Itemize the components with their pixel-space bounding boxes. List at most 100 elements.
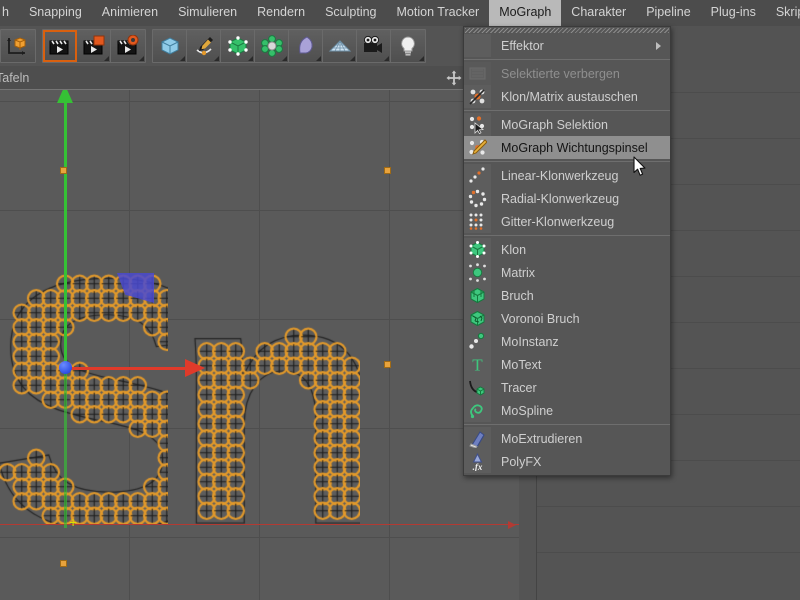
menu-item-mograph-selektion[interactable]: MoGraph Selektion xyxy=(464,113,670,136)
clone-letter-n[interactable] xyxy=(185,228,360,524)
menu-item-moinstanz[interactable]: MoInstanz xyxy=(464,330,670,353)
menu-item-klon-matrix-austauschen[interactable]: Klon/Matrix austauschen xyxy=(464,85,670,108)
menubar-item-plug-ins[interactable]: Plug-ins xyxy=(701,0,766,26)
generator-nurbs-icon[interactable] xyxy=(221,30,255,62)
mograph-selection-icon xyxy=(464,113,491,136)
menu-item-mospline[interactable]: MoSpline xyxy=(464,399,670,422)
hide-selected-icon xyxy=(464,62,491,85)
gizmo-y-axis-lower xyxy=(64,368,67,528)
menubar-item-snapping[interactable]: Snapping xyxy=(19,0,92,26)
gizmo-x-axis-arrow[interactable] xyxy=(185,359,205,377)
menu-item-label: Linear-Klonwerkzeug xyxy=(491,169,618,183)
menubar-item-pipeline[interactable]: Pipeline xyxy=(636,0,700,26)
menu-item-label: MoSpline xyxy=(491,404,553,418)
gizmo-x-axis[interactable] xyxy=(65,367,185,370)
svg-text:T: T xyxy=(472,356,483,375)
deformer-icon[interactable] xyxy=(255,30,289,62)
clone-handle-marker[interactable] xyxy=(60,167,67,174)
menu-item-selektierte-verbergen[interactable]: Selektierte verbergen xyxy=(464,62,670,85)
spline-pen-icon[interactable] xyxy=(187,30,221,62)
menu-item-voronoi-bruch[interactable]: Voronoi Bruch xyxy=(464,307,670,330)
menu-item-gitter-klonwerkzeug[interactable]: Gitter-Klonwerkzeug xyxy=(464,210,670,233)
menu-item-radial-klonwerkzeug[interactable]: Radial-Klonwerkzeug xyxy=(464,187,670,210)
gizmo-y-axis-arrow[interactable] xyxy=(57,90,73,103)
menubar-item-animieren[interactable]: Animieren xyxy=(92,0,168,26)
menu-item-moextrudieren[interactable]: MoExtrudieren xyxy=(464,427,670,450)
clone-letter-S[interactable] xyxy=(0,262,168,524)
clone-handle-marker[interactable] xyxy=(384,167,391,174)
menu-item-label: Voronoi Bruch xyxy=(491,312,580,326)
cube-primitive-icon[interactable] xyxy=(153,30,187,62)
menu-item-label: Matrix xyxy=(491,266,535,280)
menu-item-label: Klon/Matrix austauschen xyxy=(491,90,638,104)
four-arrow-move-icon[interactable] xyxy=(446,70,462,86)
menu-item-mograph-wichtungspinsel[interactable]: MoGraph Wichtungspinsel xyxy=(464,136,670,159)
clapper-object-icon[interactable] xyxy=(77,30,111,62)
menu-tearoff-handle[interactable] xyxy=(465,28,669,33)
fracture-icon xyxy=(464,284,491,307)
mospline-icon xyxy=(464,399,491,422)
menu-item-label: Klon xyxy=(491,243,526,257)
menu-item-label: Gitter-Klonwerkzeug xyxy=(491,215,614,229)
gizmo-y-axis[interactable] xyxy=(64,95,67,368)
clone-handle-marker[interactable] xyxy=(60,560,67,567)
grid-line-horizontal xyxy=(0,101,519,102)
moextrude-icon xyxy=(464,427,491,450)
viewport-header: Tafeln xyxy=(0,66,466,90)
matrix-icon xyxy=(464,261,491,284)
clapper-play-icon[interactable] xyxy=(43,30,77,62)
menubar-item-sculpting[interactable]: Sculpting xyxy=(315,0,386,26)
voronoi-fracture-icon xyxy=(464,307,491,330)
menu-item-label: MoInstanz xyxy=(491,335,559,349)
clapper-gear-icon[interactable] xyxy=(111,30,145,62)
world-x-axis-arrow xyxy=(508,521,516,529)
tracer-icon xyxy=(464,376,491,399)
grid-line-horizontal xyxy=(0,210,519,211)
menu-item-linear-klonwerkzeug[interactable]: Linear-Klonwerkzeug xyxy=(464,164,670,187)
light-icon[interactable] xyxy=(391,30,425,62)
menu-item-label: Bruch xyxy=(491,289,534,303)
toolbar-group-2 xyxy=(152,29,426,63)
linear-clone-tool-icon xyxy=(464,164,491,187)
clone-handle-marker[interactable] xyxy=(384,361,391,368)
menubar-item-mograph[interactable]: MoGraph xyxy=(489,0,561,26)
menubar-item-h[interactable]: h xyxy=(0,0,19,26)
bend-deformer-icon[interactable] xyxy=(289,30,323,62)
main-menubar: hSnappingAnimierenSimulierenRendernSculp… xyxy=(0,0,800,26)
menu-item-tracer[interactable]: Tracer xyxy=(464,376,670,399)
submenu-chevron-icon xyxy=(656,42,661,50)
menubar-item-rendern[interactable]: Rendern xyxy=(247,0,315,26)
3d-viewport[interactable]: + xyxy=(0,90,519,600)
menubar-item-simulieren[interactable]: Simulieren xyxy=(168,0,247,26)
menubar-item-skript[interactable]: Skript xyxy=(766,0,800,26)
menubar-item-motion-tracker[interactable]: Motion Tracker xyxy=(387,0,490,26)
menu-item-label: Tracer xyxy=(491,381,537,395)
menu-item-polyfx[interactable]: .fx PolyFX xyxy=(464,450,670,473)
menu-item-label: MoText xyxy=(491,358,541,372)
menu-item-label: Effektor xyxy=(491,39,544,53)
menu-item-bruch[interactable]: Bruch xyxy=(464,284,670,307)
moinstance-icon xyxy=(464,330,491,353)
gizmo-center-handle[interactable] xyxy=(59,361,72,374)
axis-cube-icon[interactable] xyxy=(1,30,35,62)
menu-item-motext[interactable]: T MoText xyxy=(464,353,670,376)
menu-item-klon[interactable]: Klon xyxy=(464,238,670,261)
svg-text:.fx: .fx xyxy=(473,462,483,471)
menubar-item-charakter[interactable]: Charakter xyxy=(561,0,636,26)
menu-item-label: MoGraph Selektion xyxy=(491,118,608,132)
floor-environment-icon[interactable] xyxy=(323,30,357,62)
menu-item-effektor[interactable]: Effektor xyxy=(464,34,670,57)
swap-clone-matrix-icon xyxy=(464,85,491,108)
object-list-row-divider xyxy=(537,552,800,553)
menu-separator xyxy=(464,161,670,162)
object-list-row-divider xyxy=(537,506,800,507)
motext-icon: T xyxy=(464,353,491,376)
mograph-dropdown-menu[interactable]: Effektor Selektierte verbergen Klon/Matrix… xyxy=(463,26,671,476)
menu-item-label: PolyFX xyxy=(491,455,541,469)
grid-line-horizontal xyxy=(0,537,519,538)
camera-icon[interactable] xyxy=(357,30,391,62)
toolbar-group-1 xyxy=(42,29,146,63)
toolbar-group-0 xyxy=(0,29,36,63)
menu-item-label: MoGraph Wichtungspinsel xyxy=(491,141,648,155)
menu-item-matrix[interactable]: Matrix xyxy=(464,261,670,284)
